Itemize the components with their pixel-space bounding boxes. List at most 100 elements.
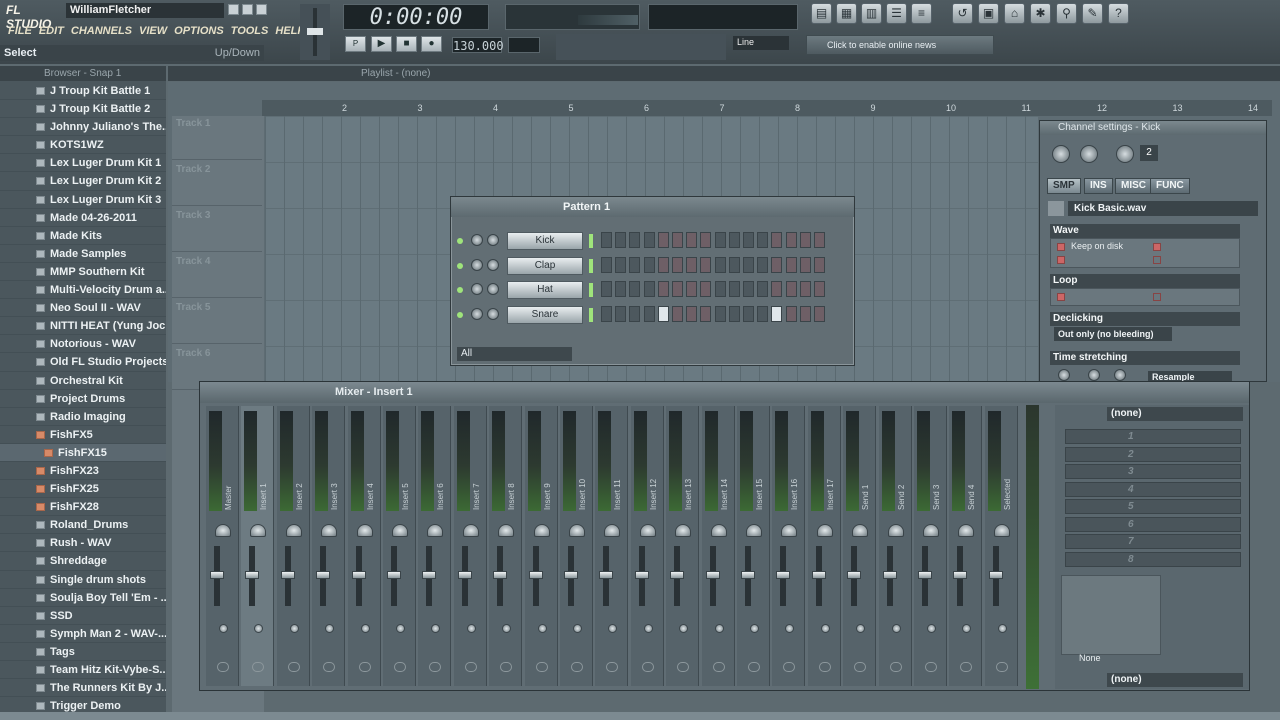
browser-item[interactable]: Neo Soul II - WAV	[0, 299, 166, 318]
step-button[interactable]	[672, 256, 683, 273]
step-button[interactable]	[672, 281, 683, 297]
step-button[interactable]	[799, 256, 811, 273]
step-button[interactable]	[743, 256, 754, 273]
channel-button[interactable]: Hat	[507, 281, 583, 299]
strip-volume-fader[interactable]	[918, 571, 932, 579]
mixer-strip[interactable]: Insert 1	[241, 406, 275, 686]
pat-song-switch[interactable]: P	[345, 36, 366, 52]
strip-send-knob[interactable]	[643, 624, 653, 633]
mixer-strip[interactable]: Insert 15	[737, 406, 770, 686]
browser-item[interactable]: Notorious - WAV	[0, 335, 166, 354]
step-sequencer-icon[interactable]: ▦	[836, 3, 857, 24]
strip-volume-fader[interactable]	[847, 571, 862, 579]
strip-pan-knob[interactable]	[958, 524, 975, 537]
step-button[interactable]	[785, 256, 797, 273]
playlist-ruler[interactable]: 2 3 4 5 6 7 8 9 10 11 12 13 14	[262, 100, 1272, 116]
channel-select-indicator[interactable]	[589, 283, 593, 297]
strip-send-knob[interactable]	[431, 624, 441, 633]
strip-volume-fader[interactable]	[564, 571, 578, 579]
strip-pan-knob[interactable]	[215, 524, 231, 537]
step-button[interactable]	[785, 305, 797, 322]
channel-mute-led[interactable]	[457, 287, 463, 293]
fx-slot[interactable]: 6	[1065, 516, 1241, 532]
strip-send-knob[interactable]	[997, 624, 1007, 633]
mixer-target[interactable]: 2	[1140, 145, 1158, 161]
step-button[interactable]	[615, 232, 627, 248]
channel-select-indicator[interactable]	[589, 234, 593, 248]
mixer-strip[interactable]: Insert 16	[772, 406, 806, 686]
track-header[interactable]: Track 4	[172, 254, 262, 298]
browser-item[interactable]: Lex Luger Drum Kit 2	[0, 172, 166, 191]
strip-route-switch[interactable]	[323, 662, 336, 672]
strip-pan-knob[interactable]	[569, 524, 585, 537]
strip-send-knob[interactable]	[289, 624, 299, 633]
channel-button[interactable]: Kick	[507, 232, 583, 250]
strip-volume-fader[interactable]	[705, 571, 720, 579]
mixer-strip[interactable]: Send 4	[949, 406, 983, 686]
channel-pan-knob[interactable]	[471, 234, 483, 246]
loop-option-check[interactable]	[1057, 293, 1065, 301]
strip-route-switch[interactable]	[925, 662, 937, 672]
strip-route-switch[interactable]	[818, 662, 831, 672]
strip-send-knob[interactable]	[396, 624, 405, 633]
step-button[interactable]	[799, 281, 811, 297]
browser-item[interactable]: Made 04-26-2011	[0, 209, 166, 227]
step-button[interactable]	[643, 232, 655, 248]
channel-mute-led[interactable]	[457, 262, 463, 269]
step-button[interactable]	[601, 232, 612, 248]
pan-knob[interactable]	[1052, 145, 1070, 163]
strip-volume-fader[interactable]	[741, 571, 755, 579]
strip-route-switch[interactable]	[464, 662, 477, 672]
step-button[interactable]	[728, 232, 740, 248]
browser-item[interactable]: Tags	[0, 643, 166, 661]
browser-item[interactable]: Lex Luger Drum Kit 3	[0, 191, 166, 209]
step-button[interactable]	[814, 232, 825, 248]
step-button[interactable]	[601, 256, 612, 273]
channel-button[interactable]: Clap	[507, 256, 583, 275]
output-select[interactable]: (none)	[1107, 673, 1243, 687]
pattern-number[interactable]	[508, 37, 540, 53]
strip-send-knob[interactable]	[608, 624, 618, 633]
wave-option-check[interactable]	[1153, 256, 1161, 264]
browser-item[interactable]: J Troup Kit Battle 2	[0, 100, 166, 119]
step-button[interactable]	[686, 256, 698, 273]
track-header[interactable]: Track 1	[172, 116, 262, 160]
browser-item[interactable]: NITTI HEAT (Yung Joc...	[0, 317, 166, 336]
step-button[interactable]	[601, 281, 612, 297]
channel-filter[interactable]: All	[457, 347, 572, 361]
strip-send-knob[interactable]	[820, 624, 830, 633]
step-button[interactable]	[643, 256, 655, 273]
strip-route-switch[interactable]	[712, 662, 725, 672]
strip-pan-knob[interactable]	[852, 524, 869, 537]
strip-pan-knob[interactable]	[816, 524, 833, 537]
browser-item[interactable]: Soulja Boy Tell 'Em - ...	[0, 589, 166, 607]
step-button[interactable]	[771, 305, 783, 322]
strip-pan-knob[interactable]	[746, 524, 762, 537]
strip-route-switch[interactable]	[252, 662, 265, 672]
step-button[interactable]	[743, 305, 754, 322]
strip-volume-fader[interactable]	[210, 571, 224, 579]
strip-pan-knob[interactable]	[250, 524, 267, 537]
step-button[interactable]	[785, 232, 797, 248]
strip-send-knob[interactable]	[325, 624, 335, 633]
step-button[interactable]	[686, 232, 698, 248]
input-select[interactable]: (none)	[1107, 407, 1243, 421]
user-name[interactable]: WilliamFletcher	[66, 3, 224, 18]
strip-volume-fader[interactable]	[493, 571, 508, 579]
mixer-strip[interactable]: Insert 6	[418, 406, 452, 686]
browser-item[interactable]: Radio Imaging	[0, 408, 166, 426]
strip-pan-knob[interactable]	[710, 524, 727, 537]
mixer-strip[interactable]: Insert 10	[560, 406, 593, 686]
strip-pan-knob[interactable]	[392, 524, 408, 537]
strip-volume-fader[interactable]	[599, 571, 614, 579]
step-button[interactable]	[643, 305, 655, 322]
step-button[interactable]	[757, 256, 769, 273]
search-icon[interactable]: ⚲	[1056, 3, 1077, 24]
eq-graph[interactable]	[1061, 575, 1161, 655]
strip-send-knob[interactable]	[466, 624, 476, 633]
mixer-strip[interactable]: Send 2	[878, 406, 912, 686]
track-header[interactable]: Track 3	[172, 208, 262, 252]
strip-route-switch[interactable]	[217, 662, 229, 672]
strip-volume-fader[interactable]	[245, 571, 260, 579]
mixer-strip[interactable]: Insert 7	[453, 406, 487, 686]
